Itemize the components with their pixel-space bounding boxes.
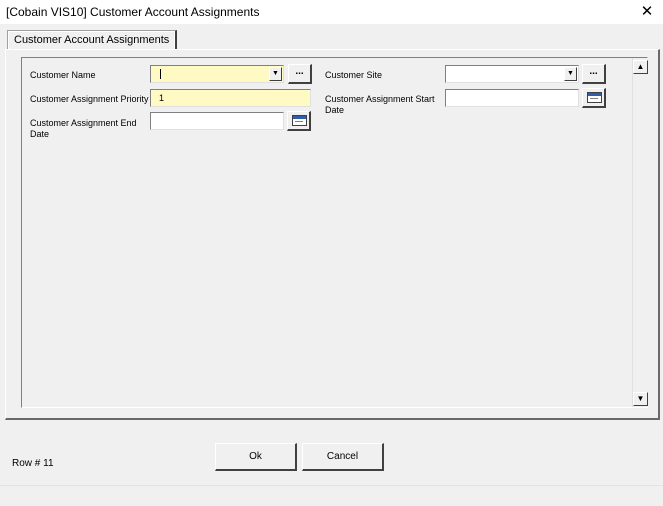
close-icon[interactable]: ✕ (637, 2, 657, 22)
chevron-down-icon[interactable]: ▼ (564, 67, 577, 81)
customer-site-lookup-button[interactable]: ... (582, 64, 606, 84)
customer-name-dropdown[interactable]: ▼ (150, 65, 284, 83)
vertical-scrollbar[interactable]: ▲ ▼ (632, 58, 648, 407)
assignment-start-date-input[interactable] (445, 89, 579, 107)
calendar-icon (292, 115, 307, 126)
assignment-priority-input[interactable]: 1 (150, 89, 311, 107)
end-date-calendar-button[interactable] (287, 111, 311, 131)
chevron-down-icon[interactable]: ▼ (269, 67, 282, 81)
divider (0, 485, 663, 486)
assignment-end-date-input[interactable] (150, 112, 284, 130)
customer-site-label: Customer Site (325, 70, 383, 80)
customer-name-lookup-button[interactable]: ... (288, 64, 312, 84)
calendar-icon (587, 92, 602, 103)
title-bar: [Cobain VIS10] Customer Account Assignme… (0, 0, 663, 24)
text-cursor (160, 69, 161, 79)
customer-name-label: Customer Name (30, 70, 96, 80)
scroll-down-icon[interactable]: ▼ (633, 392, 648, 406)
tab-customer-account-assignments[interactable]: Customer Account Assignments (7, 30, 178, 50)
assignment-start-date-label: Customer Assignment Start Date (325, 94, 435, 115)
assignment-end-date-label: Customer Assignment End Date (30, 118, 137, 139)
scroll-up-icon[interactable]: ▲ (633, 60, 648, 74)
customer-site-dropdown[interactable]: ▼ (445, 65, 579, 83)
assignment-priority-label: Customer Assignment Priority (30, 94, 149, 104)
row-status: Row # 11 (12, 458, 54, 469)
window-title: [Cobain VIS10] Customer Account Assignme… (6, 5, 260, 19)
cancel-button[interactable]: Cancel (302, 443, 384, 471)
ok-button[interactable]: Ok (215, 443, 297, 471)
start-date-calendar-button[interactable] (582, 88, 606, 108)
